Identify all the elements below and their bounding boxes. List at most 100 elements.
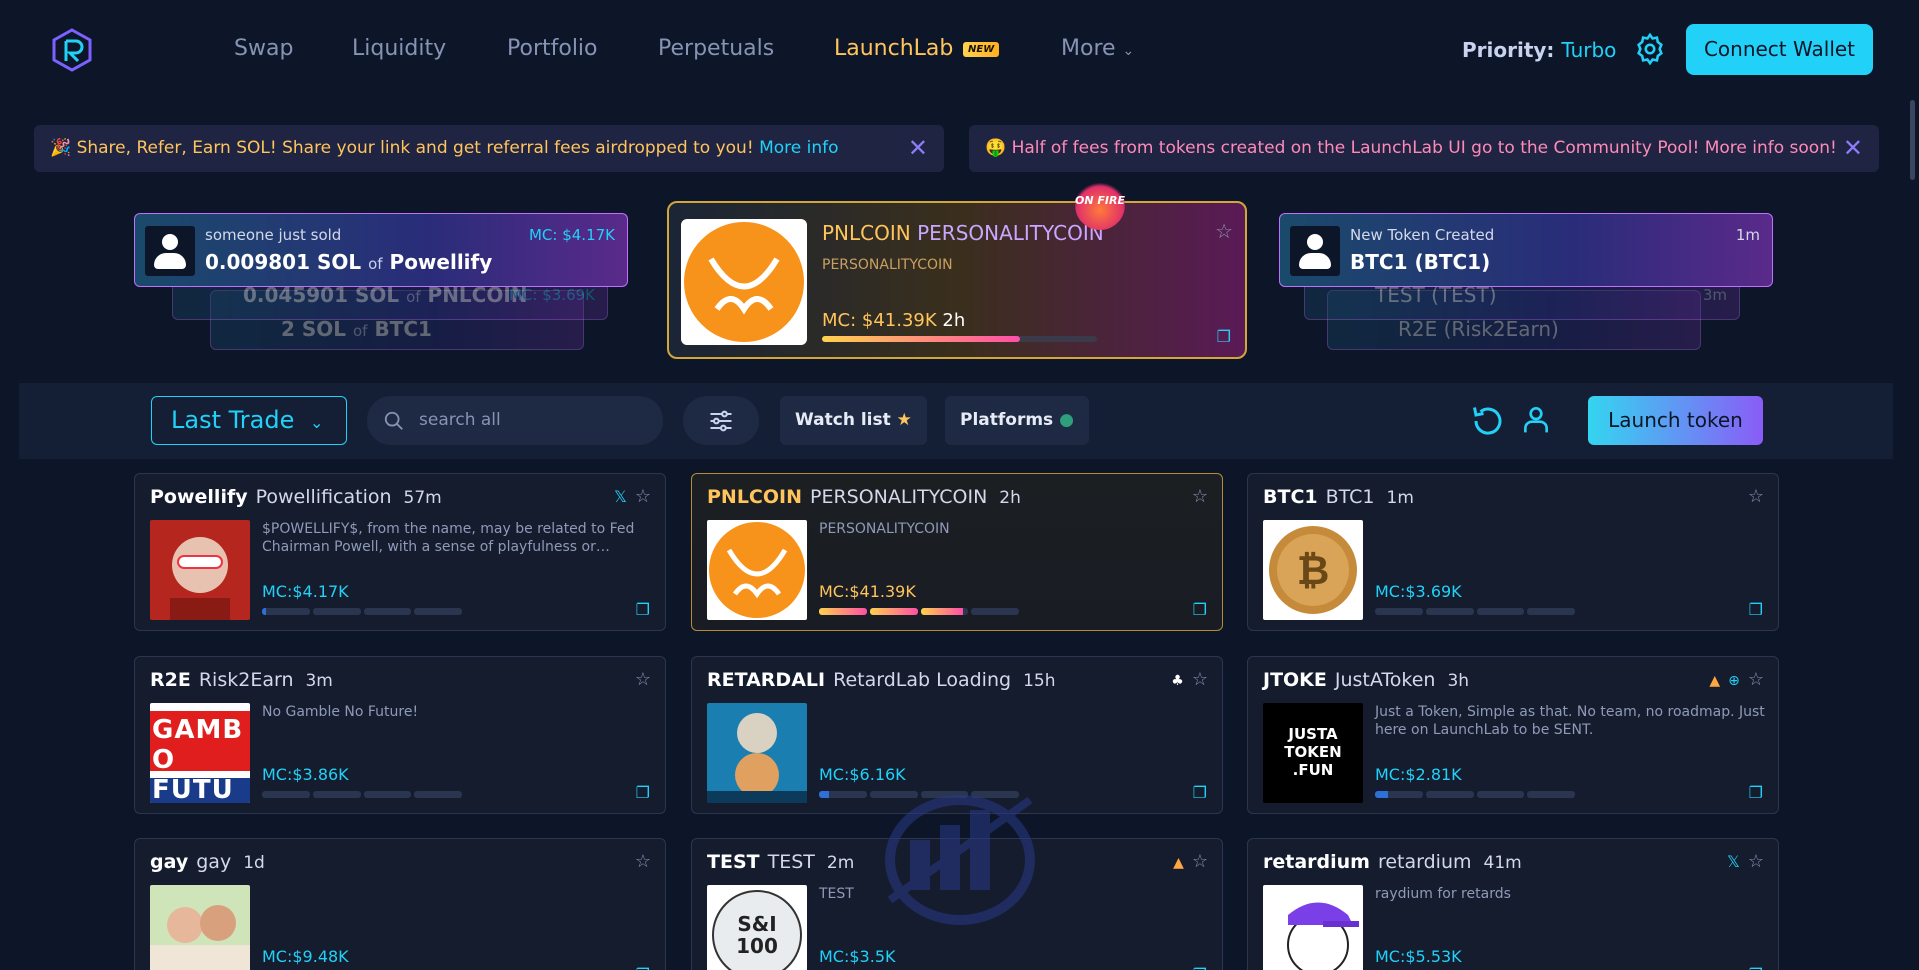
activity-age: 3m bbox=[1702, 286, 1727, 304]
nav-launchlab[interactable]: LaunchLab bbox=[834, 36, 953, 61]
token-card[interactable]: R2E Risk2Earn 3m ☆ GAMB O FUTU No Gamble N… bbox=[134, 656, 666, 814]
token-card[interactable]: PNLCOIN PERSONALITYCOIN 2h ☆ PERSONALITYCO… bbox=[691, 473, 1223, 631]
x-social-icon[interactable]: 𝕏 bbox=[614, 487, 627, 506]
fees-banner-text: Half of fees from tokens created on the … bbox=[1011, 138, 1837, 158]
refresh-icon[interactable] bbox=[1470, 403, 1506, 439]
nav-portfolio[interactable]: Portfolio bbox=[507, 36, 598, 61]
nav-liquidity[interactable]: Liquidity bbox=[352, 36, 446, 61]
of: of bbox=[406, 288, 421, 306]
token-symbol: R2E bbox=[150, 669, 191, 691]
copy-icon[interactable]: ❐ bbox=[1193, 783, 1207, 802]
featured-token-card[interactable]: PNLCOIN PERSONALITYCOIN PERSONALITYCOIN … bbox=[667, 201, 1247, 359]
watch-list-label: Watch list bbox=[795, 410, 891, 430]
token-card-icons: 𝕏 ☆ bbox=[614, 486, 651, 507]
activity-token: R2E (Risk2Earn) bbox=[1398, 317, 1559, 341]
copy-icon[interactable]: ❐ bbox=[636, 965, 650, 970]
token-description: PERSONALITYCOIN bbox=[819, 521, 950, 537]
copy-icon[interactable]: ❐ bbox=[1217, 327, 1231, 346]
copy-icon[interactable]: ❐ bbox=[1193, 600, 1207, 619]
token-symbol: gay bbox=[150, 851, 189, 873]
token: BTC1 bbox=[374, 317, 432, 341]
star-icon[interactable]: ☆ bbox=[1215, 219, 1233, 243]
star-icon[interactable]: ☆ bbox=[1192, 486, 1208, 507]
star-icon[interactable]: ☆ bbox=[1748, 851, 1764, 872]
star-icon[interactable]: ☆ bbox=[635, 851, 651, 872]
star-icon[interactable]: ☆ bbox=[635, 486, 651, 507]
token-description: No Gamble No Future! bbox=[262, 704, 419, 720]
token-card-title: JTOKE JustAToken 3h bbox=[1263, 669, 1469, 691]
token-age: 15h bbox=[1023, 671, 1056, 691]
nav-more[interactable]: More ⌄ bbox=[1061, 36, 1134, 61]
token-market-cap: MC:$2.81K bbox=[1375, 765, 1462, 784]
scrollbar[interactable] bbox=[1910, 100, 1915, 180]
bonding-progress-bar bbox=[819, 608, 1019, 615]
sliders-icon bbox=[710, 410, 732, 432]
copy-icon[interactable]: ❐ bbox=[1749, 965, 1763, 970]
amount: 2 SOL bbox=[281, 317, 347, 341]
token-description: Just a Token, Simple as that. No team, n… bbox=[1375, 704, 1765, 738]
progress-segment bbox=[1476, 608, 1525, 615]
star-icon[interactable]: ☆ bbox=[1192, 669, 1208, 690]
platforms-button[interactable]: Platforms ● bbox=[945, 396, 1089, 445]
token-card[interactable]: Powellify Powellification 57m 𝕏 ☆ $POWELLIF… bbox=[134, 473, 666, 631]
connect-wallet-button[interactable]: Connect Wallet bbox=[1686, 24, 1873, 75]
nav-swap[interactable]: Swap bbox=[234, 36, 293, 61]
activity-label: someone just sold bbox=[205, 226, 342, 244]
star-icon[interactable]: ☆ bbox=[1748, 486, 1764, 507]
close-icon[interactable]: ✕ bbox=[1843, 125, 1863, 172]
platforms-label: Platforms bbox=[960, 410, 1054, 430]
progress-segment bbox=[920, 608, 969, 615]
token-name: RetardLab Loading bbox=[833, 669, 1012, 691]
activity-card-latest-trade[interactable]: someone just sold 0.009801 SOL of Powell… bbox=[134, 213, 628, 287]
activity-mc: MC: $4.17K bbox=[528, 226, 615, 244]
activity-amount: 0.009801 SOL of Powellify bbox=[205, 250, 492, 274]
club-icon[interactable]: ♣ bbox=[1171, 673, 1184, 689]
gear-icon[interactable] bbox=[1633, 32, 1667, 66]
copy-icon[interactable]: ❐ bbox=[1193, 965, 1207, 970]
launch-token-button[interactable]: Launch token bbox=[1588, 396, 1763, 445]
token-card[interactable]: BTC1 BTC1 1m ☆ ₿ MC:$3.69K ❐ bbox=[1247, 473, 1779, 631]
copy-icon[interactable]: ❐ bbox=[636, 600, 650, 619]
token-image bbox=[707, 703, 807, 803]
user-icon[interactable] bbox=[1520, 403, 1552, 435]
star-icon[interactable]: ☆ bbox=[635, 669, 651, 690]
token-card-title: gay gay 1d bbox=[150, 851, 265, 873]
thumb-text: JUSTA TOKEN .FUN bbox=[1284, 725, 1342, 779]
star-icon[interactable]: ☆ bbox=[1192, 851, 1208, 872]
watch-list-button[interactable]: Watch list ★ bbox=[780, 396, 927, 445]
token-symbol: RETARDALI bbox=[707, 669, 826, 691]
copy-icon[interactable]: ❐ bbox=[636, 783, 650, 802]
nav-perpetuals[interactable]: Perpetuals bbox=[658, 36, 774, 61]
raydium-logo[interactable] bbox=[50, 28, 94, 72]
globe-icon[interactable]: ⊕ bbox=[1728, 673, 1740, 689]
globe-icon: ● bbox=[1059, 410, 1074, 430]
priority-setting[interactable]: Priority: Turbo bbox=[1462, 38, 1616, 62]
telegram-icon[interactable]: ▲ bbox=[1173, 855, 1184, 871]
token-card[interactable]: JTOKE JustAToken 3h ▲ ⊕ ☆ JUSTA TOKEN .FUN J… bbox=[1247, 656, 1779, 814]
token-symbol: BTC1 bbox=[1263, 486, 1318, 508]
activity-card-new-token[interactable]: New Token Created BTC1 (BTC1) 1m bbox=[1279, 213, 1773, 287]
token-card[interactable]: gaygay 1d ☆ MC:$9.48K ❐ bbox=[134, 838, 666, 970]
referral-banner-text: Share, Refer, Earn SOL! Share your link … bbox=[76, 138, 754, 158]
sort-dropdown[interactable]: Last Trade ⌄ bbox=[151, 396, 347, 445]
token-card[interactable]: retardium retardium 41m 𝕏 ☆ raydium for ret… bbox=[1247, 838, 1779, 970]
more-info-link[interactable]: More info bbox=[759, 138, 838, 158]
progress-segment bbox=[262, 608, 310, 615]
token-name: TEST bbox=[767, 851, 815, 873]
star-icon[interactable]: ☆ bbox=[1748, 669, 1764, 690]
token-logo bbox=[681, 219, 807, 345]
copy-icon[interactable]: ❐ bbox=[1749, 783, 1763, 802]
token-image: S&I 100 bbox=[707, 885, 807, 970]
close-icon[interactable]: ✕ bbox=[908, 125, 928, 172]
x-social-icon[interactable]: 𝕏 bbox=[1727, 852, 1740, 871]
token-description: $POWELLIFY$, from the name, may be relat… bbox=[262, 521, 635, 555]
token-image bbox=[150, 885, 250, 970]
telegram-icon[interactable]: ▲ bbox=[1709, 673, 1720, 689]
copy-icon[interactable]: ❐ bbox=[1749, 600, 1763, 619]
featured-symbol: PNLCOIN bbox=[822, 221, 911, 245]
token-card-title: R2E Risk2Earn 3m bbox=[150, 669, 333, 691]
token-card-icons: ☆ bbox=[635, 851, 651, 872]
filter-button[interactable] bbox=[683, 396, 759, 445]
token-card-icons: ▲ ⊕ ☆ bbox=[1709, 669, 1764, 690]
search-input[interactable]: search all bbox=[367, 396, 663, 445]
